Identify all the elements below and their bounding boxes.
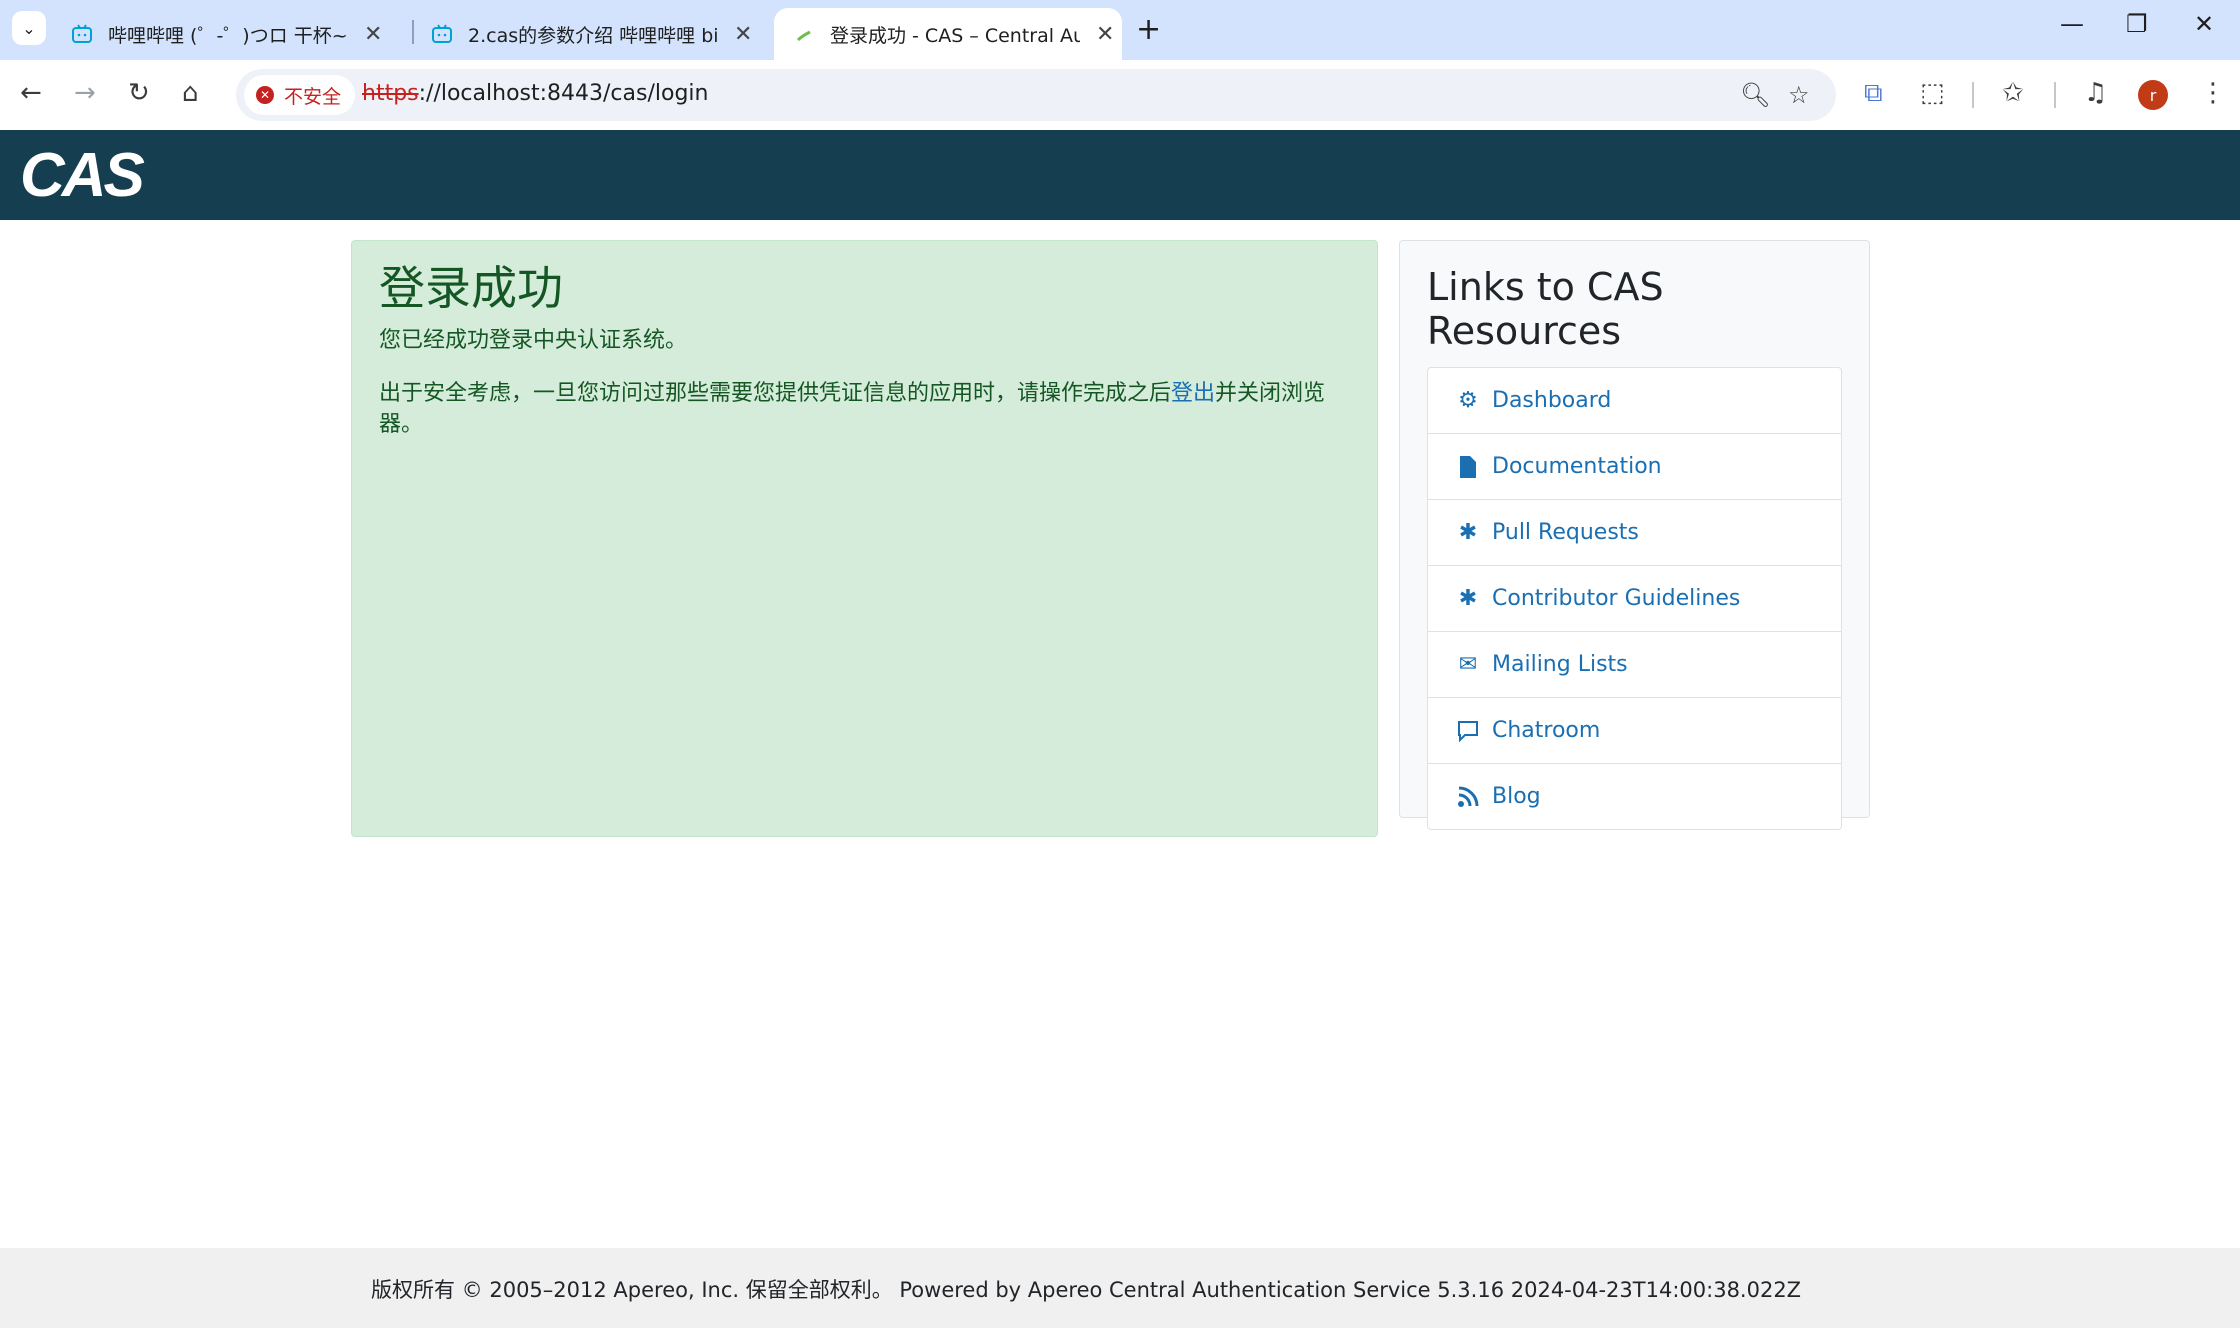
url-text[interactable]: https://localhost:8443/cas/login	[362, 81, 708, 106]
browser-toolbar: ← → ↻ ⌂ ✕ 不安全 https://localhost:8443/cas…	[0, 60, 2240, 130]
resource-label: Documentation	[1492, 454, 1662, 479]
tab-bilibili-home[interactable]: 哔哩哔哩 (゜-゜)つロ 干杯~-bili ✕	[52, 8, 382, 60]
resource-label: Pull Requests	[1492, 520, 1639, 545]
cas-header: CAS	[0, 130, 2240, 220]
resource-link-pull-requests[interactable]: ✱ Pull Requests	[1428, 500, 1841, 566]
reload-icon[interactable]: ↻	[128, 78, 150, 108]
security-label: 不安全	[284, 85, 342, 108]
warning-icon: ✕	[256, 86, 274, 104]
address-bar[interactable]: ✕ 不安全 https://localhost:8443/cas/login 🔍…	[236, 69, 1836, 121]
resource-label: Contributor Guidelines	[1492, 586, 1741, 611]
home-icon[interactable]: ⌂	[182, 78, 199, 108]
resource-link-contributor-guidelines[interactable]: ✱ Contributor Guidelines	[1428, 566, 1841, 632]
tab-title: 哔哩哔哩 (゜-゜)つロ 干杯~-bili	[108, 24, 348, 47]
chevron-down-icon: ⌄	[22, 18, 36, 38]
footer-copyright: 版权所有 © 2005–2012 Apereo, Inc. 保留全部权利。 Po…	[371, 1278, 1802, 1302]
toolbar-divider	[1972, 82, 1974, 108]
bilibili-icon	[70, 22, 94, 46]
page-footer: 版权所有 © 2005–2012 Apereo, Inc. 保留全部权利。 Po…	[0, 1248, 2240, 1328]
extensions-icon[interactable]: ⬚	[1920, 78, 1945, 108]
resource-label: Mailing Lists	[1492, 652, 1628, 677]
resource-label: Blog	[1492, 784, 1541, 809]
tab-search-dropdown-button[interactable]: ⌄	[12, 11, 46, 45]
close-icon[interactable]: ✕	[364, 22, 382, 47]
security-note-before: 出于安全考虑，一旦您访问过那些需要您提供凭证信息的应用时，请操作完成之后	[379, 380, 1172, 406]
restore-icon[interactable]: ❐	[2126, 10, 2148, 38]
url-scheme: https	[362, 81, 419, 106]
cas-resources-panel: Links to CAS Resources ⚙ Dashboard Docum…	[1399, 240, 1870, 830]
site-security-chip[interactable]: ✕ 不安全	[244, 75, 356, 115]
resource-label: Chatroom	[1492, 718, 1601, 743]
resource-label: Dashboard	[1492, 388, 1612, 413]
success-message: 您已经成功登录中央认证系统。	[379, 328, 688, 354]
resources-title: Links to CAS Resources	[1427, 265, 1664, 353]
resource-link-documentation[interactable]: Documentation	[1428, 434, 1841, 500]
logout-link[interactable]: 登出	[1171, 381, 1215, 406]
resource-link-blog[interactable]: Blog	[1428, 764, 1841, 829]
comment-icon	[1454, 720, 1482, 742]
bug-icon: ✱	[1458, 520, 1478, 545]
resource-link-mailing-lists[interactable]: ✉ Mailing Lists	[1428, 632, 1841, 698]
rss-icon	[1454, 786, 1482, 808]
zoom-icon[interactable]: 🔍︎	[1740, 81, 1770, 109]
profile-avatar[interactable]: r	[2138, 80, 2168, 110]
tab-title: 2.cas的参数介绍 哔哩哔哩 bilibili	[468, 24, 718, 47]
toolbar-divider	[2054, 82, 2056, 108]
media-control-icon[interactable]: ♫	[2084, 78, 2107, 108]
forward-arrow-icon[interactable]: →	[74, 78, 96, 108]
security-note: 出于安全考虑，一旦您访问过那些需要您提供凭证信息的应用时，请操作完成之后登出并关…	[379, 379, 1350, 441]
login-success-panel: 登录成功 您已经成功登录中央认证系统。 出于安全考虑，一旦您访问过那些需要您提供…	[351, 240, 1378, 837]
bilibili-icon	[430, 22, 454, 46]
close-icon[interactable]: ✕	[734, 22, 752, 47]
favorites-icon[interactable]: ✩	[2002, 78, 2024, 108]
bug-icon: ✱	[1458, 586, 1478, 611]
resources-list: ⚙ Dashboard Documentation ✱ Pull Request…	[1427, 367, 1842, 830]
tab-bilibili-video[interactable]: 2.cas的参数介绍 哔哩哔哩 bilibili ✕	[412, 8, 752, 60]
file-icon	[1454, 455, 1482, 478]
menu-kebab-icon[interactable]: ⋮	[2200, 78, 2226, 108]
tab-strip: ⌄ 哔哩哔哩 (゜-゜)つロ 干杯~-bili ✕ 2.cas的参数介绍 哔哩哔…	[0, 0, 2240, 60]
new-tab-plus-icon[interactable]: +	[1136, 12, 1161, 47]
resource-link-dashboard[interactable]: ⚙ Dashboard	[1428, 368, 1841, 434]
cas-leaf-icon	[792, 22, 816, 46]
bookmark-star-icon[interactable]: ☆	[1788, 81, 1810, 109]
page-title: 登录成功	[379, 261, 563, 315]
resource-link-chatroom[interactable]: Chatroom	[1428, 698, 1841, 764]
cas-logo[interactable]: CAS	[20, 140, 145, 211]
translate-icon[interactable]: ⧉	[1864, 78, 1883, 109]
tab-title: 登录成功 - CAS – Central Authentication Serv…	[830, 24, 1080, 47]
envelope-icon: ✉	[1458, 652, 1478, 677]
minimize-icon[interactable]: —	[2060, 10, 2084, 38]
close-icon[interactable]: ✕	[1096, 22, 1114, 47]
url-rest: ://localhost:8443/cas/login	[418, 81, 709, 106]
back-arrow-icon[interactable]: ←	[20, 78, 42, 108]
cogs-icon: ⚙	[1458, 388, 1478, 413]
close-window-icon[interactable]: ✕	[2194, 10, 2214, 38]
tab-cas-login-success[interactable]: 登录成功 - CAS – Central Authentication Serv…	[774, 8, 1122, 60]
